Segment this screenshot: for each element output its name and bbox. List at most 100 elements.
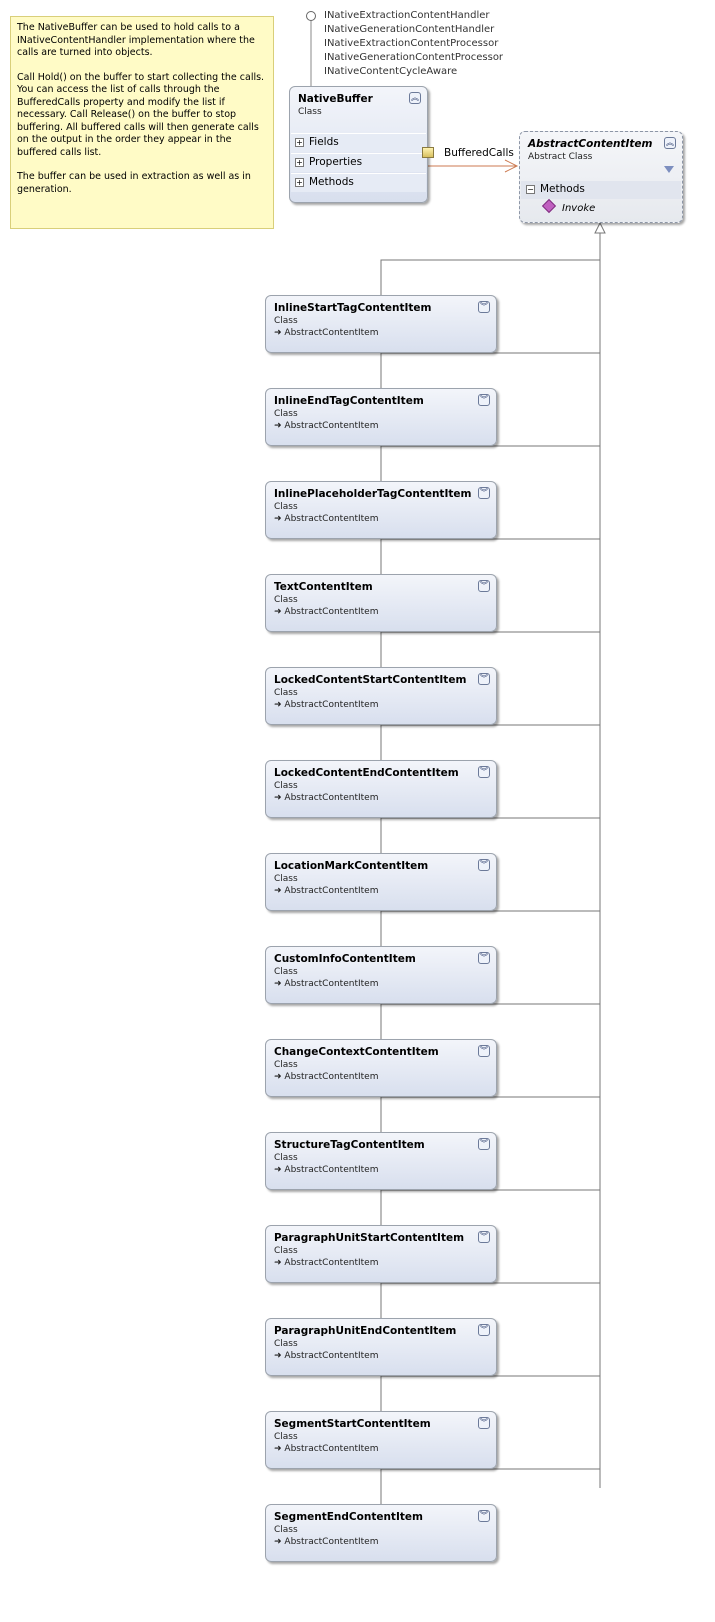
base-class: ➜ AbstractContentItem [274,1258,379,1268]
base-class-name: AbstractContentItem [284,607,379,617]
collapse-icon[interactable]: ︽ [664,137,676,149]
class-kind: Class [274,874,298,884]
interface-name: INativeExtractionContentProcessor [324,38,499,49]
expand-icon[interactable]: ︾ [478,580,490,592]
base-class-name: AbstractContentItem [284,1072,379,1082]
native-buffer-class[interactable]: NativeBuffer Class ︽ + Fields + Properti… [289,86,428,203]
class-kind: Class [274,1432,298,1442]
derived-class-box[interactable]: CustomInfoContentItem Class ➜ AbstractCont… [265,946,497,1004]
derived-class-box[interactable]: TextContentItem Class ➜ AbstractContentIte… [265,574,497,632]
expand-icon[interactable]: ︾ [478,766,490,778]
base-class: ➜ AbstractContentItem [274,1444,379,1454]
derived-class-box[interactable]: LockedContentEndContentItem Class ➜ Abstra… [265,760,497,818]
comment-note: The NativeBuffer can be used to hold cal… [10,16,274,229]
derived-class-box[interactable]: ChangeContextContentItem Class ➜ AbstractC… [265,1039,497,1097]
derived-class-box[interactable]: ParagraphUnitEndContentItem Class ➜ Abstra… [265,1318,497,1376]
inheritance-branch [380,259,600,295]
expand-icon[interactable]: ︾ [478,1231,490,1243]
expand-plus-icon[interactable]: + [295,158,304,167]
expand-icon[interactable]: ︾ [478,1417,490,1429]
section-label: Methods [540,183,585,195]
class-kind: Class [298,107,322,117]
association-label[interactable]: BufferedCalls [444,147,514,159]
method-invoke[interactable]: Invoke [541,198,595,214]
class-name: TextContentItem [274,581,373,593]
section-methods[interactable]: + Methods [291,173,426,192]
expand-plus-icon[interactable]: + [295,178,304,187]
expand-icon[interactable]: ︾ [478,673,490,685]
derived-class-box[interactable]: LockedContentStartContentItem Class ➜ Abst… [265,667,497,725]
base-class-name: AbstractContentItem [284,1537,379,1547]
class-name: LockedContentStartContentItem [274,674,467,686]
base-class-name: AbstractContentItem [284,1258,379,1268]
collapse-icon[interactable]: ︽ [409,92,421,104]
inheritance-branch [380,1375,600,1411]
class-name: NativeBuffer [298,93,373,105]
class-kind: Abstract Class [528,152,593,162]
section-label: Fields [309,136,339,148]
base-class-name: AbstractContentItem [284,421,379,431]
base-class: ➜ AbstractContentItem [274,1537,379,1547]
derived-class-box[interactable]: StructureTagContentItem Class ➜ AbstractCo… [265,1132,497,1190]
class-name: InlineStartTagContentItem [274,302,432,314]
section-fields[interactable]: + Fields [291,133,426,152]
inheritance-branch [380,352,600,388]
base-class-name: AbstractContentItem [284,700,379,710]
expand-icon[interactable]: ︾ [478,1138,490,1150]
base-class-name: AbstractContentItem [284,979,379,989]
section-label: Properties [309,156,363,168]
derived-class-box[interactable]: LocationMarkContentItem Class ➜ AbstractCo… [265,853,497,911]
expand-icon[interactable]: ︾ [478,487,490,499]
property-icon [422,147,434,158]
section-properties[interactable]: + Properties [291,153,426,172]
base-class: ➜ AbstractContentItem [274,607,379,617]
derived-class-box[interactable]: SegmentStartContentItem Class ➜ AbstractCo… [265,1411,497,1469]
class-name: ParagraphUnitStartContentItem [274,1232,465,1244]
filter-icon[interactable] [664,166,674,173]
inheritance-branch [380,631,600,667]
derived-class-box[interactable]: ParagraphUnitStartContentItem Class ➜ Abst… [265,1225,497,1283]
class-kind: Class [274,409,298,419]
interface-name: INativeGenerationContentProcessor [324,52,504,63]
expand-icon[interactable]: ︾ [478,1510,490,1522]
note-paragraph: The buffer can be used in extraction as … [17,171,251,195]
expand-icon[interactable]: ︾ [478,1045,490,1057]
class-kind: Class [274,967,298,977]
derived-class-box[interactable]: SegmentEndContentItem Class ➜ AbstractCont… [265,1504,497,1562]
section-methods[interactable]: − Methods [521,181,681,199]
expand-icon[interactable]: ︾ [478,1324,490,1336]
method-icon [541,198,557,214]
base-class-name: AbstractContentItem [284,1444,379,1454]
class-kind: Class [274,1525,298,1535]
inheritance-branch [380,910,600,946]
base-class: ➜ AbstractContentItem [274,700,379,710]
derived-class-box[interactable]: InlineStartTagContentItem Class ➜ Abstract… [265,295,497,353]
expand-icon[interactable]: ︾ [478,952,490,964]
section-label: Methods [309,176,354,188]
base-class: ➜ AbstractContentItem [274,421,379,431]
class-kind: Class [274,502,298,512]
inheritance-branch [380,1096,600,1132]
class-kind: Class [274,316,298,326]
base-class: ➜ AbstractContentItem [274,886,379,896]
class-kind: Class [274,1060,298,1070]
interface-list: INativeExtractionContentHandler INativeG… [324,9,503,79]
base-class: ➜ AbstractContentItem [274,1165,379,1175]
collapse-minus-icon[interactable]: − [526,185,535,194]
abstract-content-item-class[interactable]: AbstractContentItem Abstract Class ︽ − M… [519,131,683,223]
inheritance-branch [380,1189,600,1225]
derived-class-box[interactable]: InlineEndTagContentItem Class ➜ AbstractCo… [265,388,497,446]
inheritance-branch [380,538,600,574]
inheritance-branch [380,817,600,853]
expand-icon[interactable]: ︾ [478,394,490,406]
base-class: ➜ AbstractContentItem [274,793,379,803]
expand-plus-icon[interactable]: + [295,138,304,147]
class-name: SegmentStartContentItem [274,1418,431,1430]
base-class: ➜ AbstractContentItem [274,514,379,524]
expand-icon[interactable]: ︾ [478,859,490,871]
derived-class-box[interactable]: InlinePlaceholderTagContentItem Class ➜ Ab… [265,481,497,539]
inheritance-branch [380,1282,600,1318]
expand-icon[interactable]: ︾ [478,301,490,313]
interface-name: INativeContentCycleAware [324,66,458,77]
base-class: ➜ AbstractContentItem [274,1072,379,1082]
